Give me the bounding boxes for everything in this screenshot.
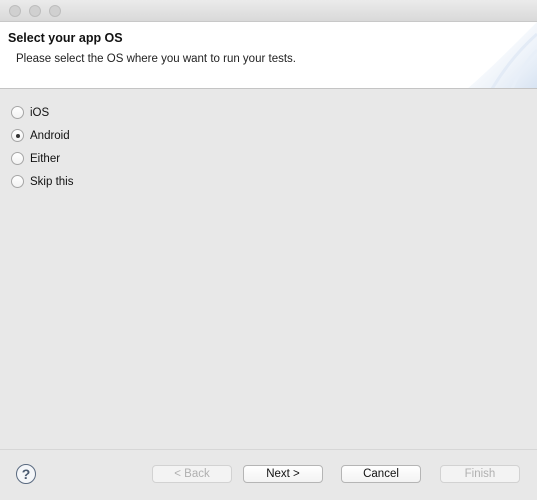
os-radio-group: iOS Android Either Skip this [11,101,73,193]
wizard-window: Select your app OS Please select the OS … [0,0,537,500]
close-window-icon[interactable] [9,5,21,17]
wizard-header: Select your app OS Please select the OS … [0,22,537,89]
radio-button-ios[interactable] [11,106,24,119]
option-label: Skip this [30,175,74,188]
next-button[interactable]: Next > [243,465,323,483]
title-bar [0,0,537,22]
option-label: Android [30,129,70,142]
os-option-either[interactable]: Either [11,147,73,170]
header-decoration-icon [468,22,537,88]
option-label: iOS [30,106,50,119]
back-button[interactable]: < Back [152,465,232,483]
radio-button-either[interactable] [11,152,24,165]
os-option-ios[interactable]: iOS [11,101,73,124]
option-label: Either [30,152,61,165]
cancel-button[interactable]: Cancel [341,465,421,483]
help-icon[interactable]: ? [16,464,36,484]
finish-button[interactable]: Finish [440,465,520,483]
footer-divider [0,449,537,450]
minimize-window-icon[interactable] [29,5,41,17]
os-option-android[interactable]: Android [11,124,73,147]
radio-button-android[interactable] [11,129,24,142]
page-description: Please select the OS where you want to r… [16,53,296,65]
maximize-window-icon[interactable] [49,5,61,17]
radio-button-skip[interactable] [11,175,24,188]
page-title: Select your app OS [8,31,123,45]
os-option-skip[interactable]: Skip this [11,170,73,193]
